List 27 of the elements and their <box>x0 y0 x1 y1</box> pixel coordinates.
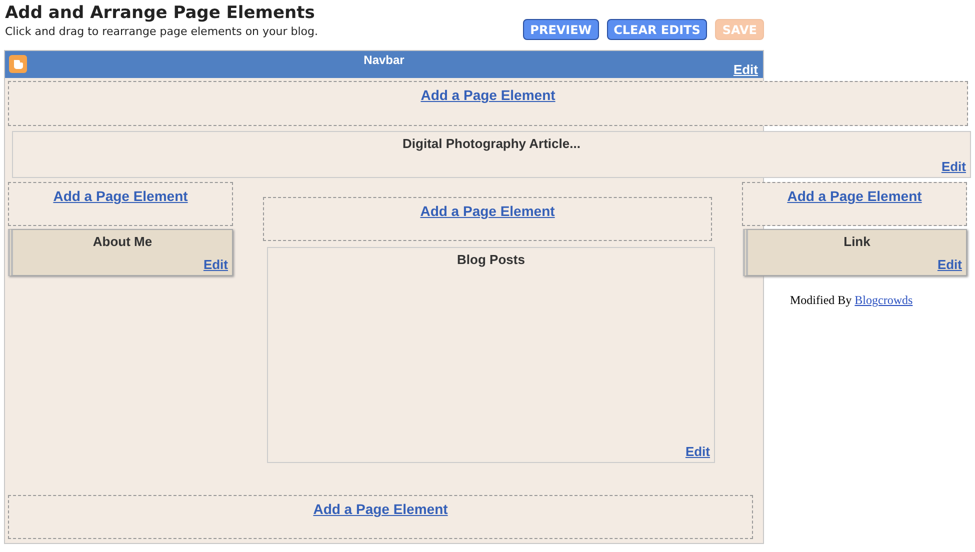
edit-link[interactable]: Edit <box>941 159 966 174</box>
add-element-link[interactable]: Add a Page Element <box>53 188 188 204</box>
widget-title: Link <box>844 234 870 249</box>
navbar-widget[interactable]: Navbar Edit <box>5 51 763 78</box>
add-element-link[interactable]: Add a Page Element <box>313 501 448 517</box>
blog-posts-widget[interactable]: Blog Posts Edit <box>267 247 715 463</box>
toolbar-button[interactable]: PREVIEW <box>523 19 599 40</box>
toolbar-button[interactable]: CLEAR EDITS <box>606 19 708 40</box>
add-element-link[interactable]: Add a Page Element <box>787 188 922 204</box>
link-widget[interactable]: Link Edit <box>743 229 967 276</box>
article-widget[interactable]: Digital Photography Article... Edit <box>12 131 971 178</box>
edit-link[interactable]: Edit <box>685 444 710 459</box>
page-subtitle: Click and drag to rearrange page elements on your blog. <box>5 25 318 39</box>
add-element-link[interactable]: Add a Page Element <box>420 203 555 219</box>
navbar-title: Navbar <box>364 53 404 67</box>
widget-title: Blog Posts <box>457 252 525 267</box>
credit-link[interactable]: Blogcrowds <box>854 293 913 307</box>
edit-link[interactable]: Edit <box>733 62 758 77</box>
edit-link[interactable]: Edit <box>937 257 962 272</box>
credit-text: Modified By Blogcrowds <box>790 293 914 308</box>
page-title: Add and Arrange Page Elements <box>5 3 316 23</box>
edit-link[interactable]: Edit <box>203 257 228 272</box>
logo-icon <box>9 55 27 73</box>
widget-title: About Me <box>92 234 152 249</box>
add-element-link[interactable]: Add a Page Element <box>420 87 556 103</box>
widget-title: Digital Photography Article... <box>402 136 580 151</box>
about-widget[interactable]: About Me Edit <box>8 229 233 276</box>
